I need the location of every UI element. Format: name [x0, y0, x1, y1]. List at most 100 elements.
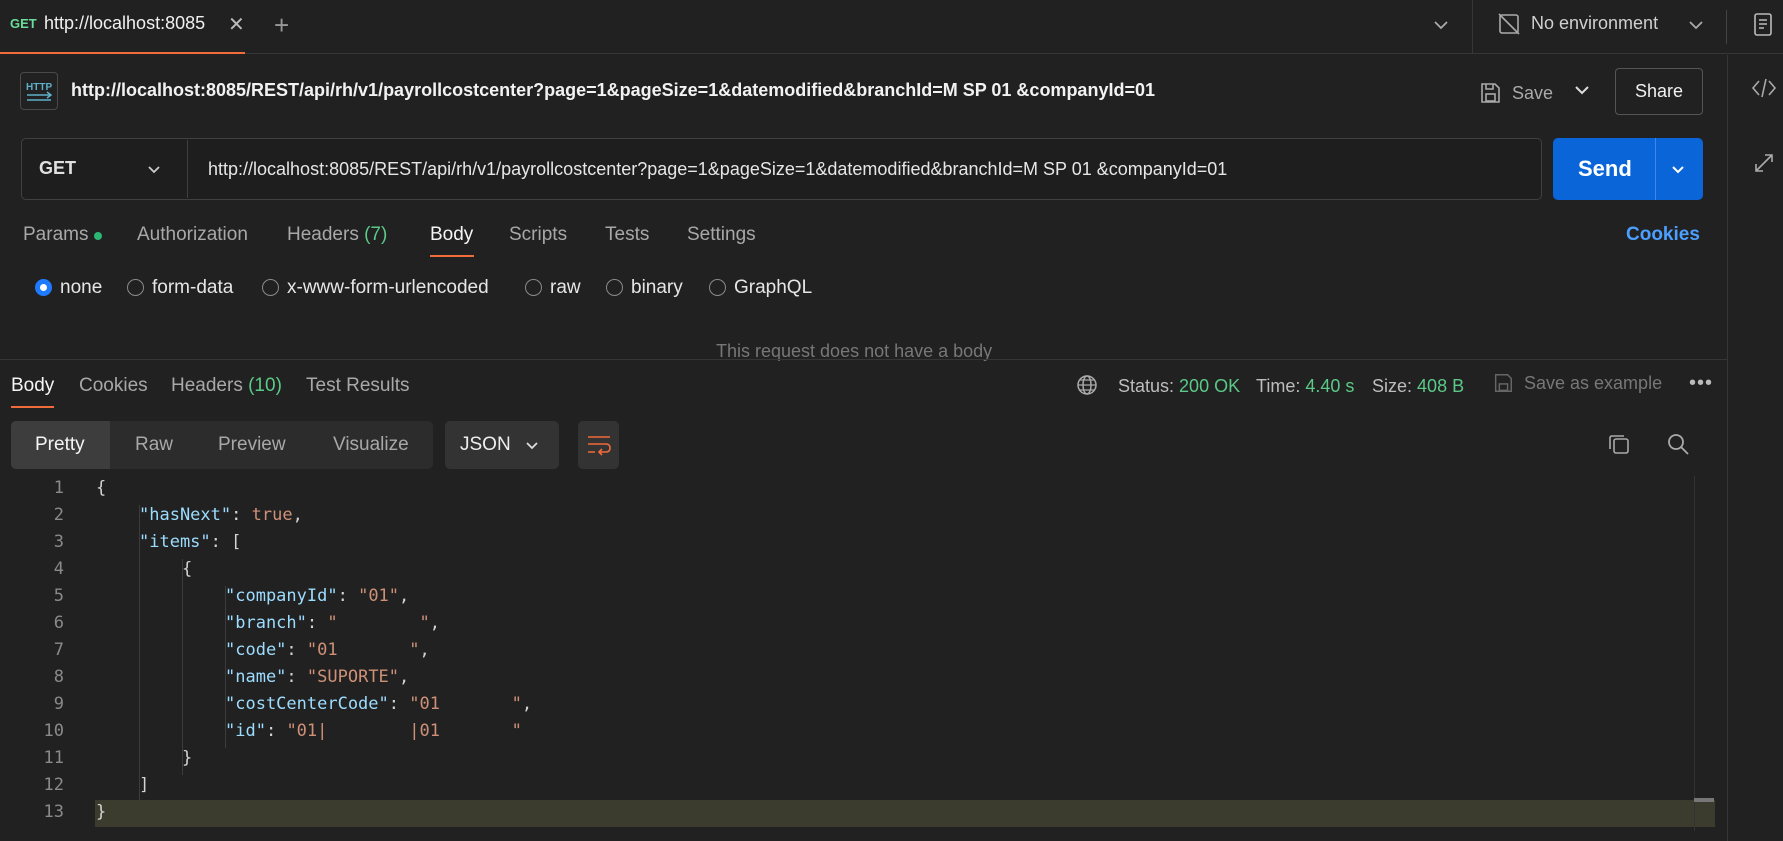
json-key: "items" — [139, 532, 211, 552]
time-value: 4.40 s — [1305, 376, 1355, 396]
response-body-editor[interactable]: 1 2 3 4 5 6 7 8 9 10 11 12 13 { "hasNext… — [0, 476, 1714, 841]
no-environment-icon — [1497, 12, 1521, 36]
globe-icon[interactable] — [1076, 374, 1098, 396]
line-number: 5 — [53, 586, 64, 606]
view-mode-visualize[interactable]: Visualize — [333, 434, 409, 456]
json-value: " " — [327, 613, 430, 633]
view-mode-pretty[interactable]: Pretty — [35, 434, 85, 456]
code-line: "name": "SUPORTE", — [225, 667, 410, 687]
radio-raw-label[interactable]: raw — [550, 277, 581, 299]
scrollbar[interactable] — [1694, 476, 1714, 831]
line-number: 12 — [43, 775, 64, 795]
json-value: "01" — [358, 586, 400, 606]
request-tab[interactable]: GET http://localhost:8085 ✕ — [0, 0, 245, 54]
save-icon — [1492, 372, 1514, 394]
json-value: "01| |01 " — [286, 721, 522, 741]
radio-urlencoded-label[interactable]: x-www-form-urlencoded — [287, 277, 489, 299]
save-as-example-button[interactable]: Save as example — [1492, 372, 1662, 394]
code-line: "companyId": "01", — [225, 586, 410, 606]
method-selector[interactable]: GET — [39, 158, 76, 179]
svg-text:HTTP: HTTP — [26, 82, 52, 93]
request-tab-method: GET — [10, 16, 37, 31]
radio-binary-label[interactable]: binary — [631, 277, 683, 299]
more-icon[interactable]: ••• — [1689, 372, 1713, 395]
pane-divider[interactable] — [0, 359, 1727, 360]
send-label[interactable]: Send — [1578, 156, 1632, 182]
json-key: "costCenterCode" — [225, 694, 389, 714]
radio-raw[interactable] — [525, 279, 542, 296]
status-label: Status: — [1118, 376, 1175, 396]
view-mode-preview[interactable]: Preview — [218, 434, 286, 456]
code-line: "branch": " ", — [225, 613, 440, 633]
line-number: 9 — [53, 694, 64, 714]
request-title[interactable]: http://localhost:8085/REST/api/rh/v1/pay… — [71, 80, 1155, 101]
response-tab-cookies[interactable]: Cookies — [79, 375, 148, 397]
json-value: true — [251, 505, 293, 525]
chevron-down-icon[interactable] — [1685, 14, 1707, 36]
document-icon[interactable] — [1752, 12, 1776, 38]
close-icon[interactable]: ✕ — [228, 12, 245, 37]
environment-selector[interactable]: No environment — [1531, 13, 1658, 34]
tab-body[interactable]: Body — [430, 224, 473, 246]
divider — [1655, 138, 1656, 200]
chevron-down-icon[interactable] — [1668, 160, 1688, 180]
code-icon[interactable] — [1751, 78, 1777, 98]
save-label: Save — [1512, 82, 1554, 103]
radio-binary[interactable] — [606, 279, 623, 296]
share-button[interactable]: Share — [1615, 68, 1703, 115]
code-line: "id": "01| |01 " — [225, 721, 522, 741]
code-line: { — [182, 559, 193, 579]
code-line: } — [182, 748, 193, 768]
code-line: "hasNext": true, — [139, 505, 303, 525]
chevron-down-icon[interactable] — [144, 160, 164, 180]
size-readout[interactable]: Size: 408 B — [1372, 376, 1464, 397]
save-button[interactable]: Save — [1478, 72, 1553, 114]
response-tab-headers[interactable]: Headers (10) — [171, 375, 282, 397]
plus-icon[interactable]: + — [274, 10, 289, 41]
request-tab-url: http://localhost:8085 — [44, 13, 206, 33]
wrap-lines-button[interactable] — [578, 421, 619, 469]
code-line: ] — [139, 775, 150, 795]
radio-graphql-label[interactable]: GraphQL — [734, 277, 812, 299]
line-number: 4 — [53, 559, 64, 579]
radio-none-label[interactable]: none — [60, 277, 102, 299]
search-icon[interactable] — [1666, 432, 1690, 456]
copy-icon[interactable] — [1607, 432, 1631, 456]
status-value: 200 OK — [1179, 376, 1241, 396]
time-readout[interactable]: Time: 4.40 s — [1256, 376, 1354, 397]
json-key: "id" — [225, 721, 266, 741]
response-tab-body[interactable]: Body — [11, 375, 54, 397]
tab-params[interactable]: Params — [23, 224, 88, 246]
size-label: Size: — [1372, 376, 1413, 396]
save-icon — [1478, 81, 1502, 105]
cookies-link[interactable]: Cookies — [1626, 224, 1700, 246]
size-value: 408 B — [1417, 376, 1465, 396]
view-mode-raw[interactable]: Raw — [135, 434, 173, 456]
radio-form-data[interactable] — [127, 279, 144, 296]
language-label[interactable]: JSON — [460, 434, 511, 456]
radio-none[interactable] — [35, 279, 52, 296]
line-number: 10 — [43, 721, 64, 741]
headers-count: (7) — [364, 224, 388, 245]
chevron-down-icon[interactable] — [1430, 14, 1452, 36]
json-key: "code" — [225, 640, 287, 660]
tab-headers[interactable]: Headers (7) — [287, 224, 387, 246]
radio-form-data-label[interactable]: form-data — [152, 277, 233, 299]
tab-scripts[interactable]: Scripts — [509, 224, 567, 246]
sync-icon[interactable] — [1753, 152, 1775, 174]
status-readout[interactable]: Status: 200 OK — [1118, 376, 1240, 397]
response-tab-test-results[interactable]: Test Results — [306, 375, 409, 397]
line-number: 6 — [53, 613, 64, 633]
url-input[interactable]: http://localhost:8085/REST/api/rh/v1/pay… — [208, 159, 1227, 180]
radio-urlencoded[interactable] — [262, 279, 279, 296]
chevron-down-icon[interactable] — [522, 436, 542, 456]
line-number: 13 — [43, 802, 64, 822]
chevron-down-icon[interactable] — [1570, 78, 1594, 102]
tab-tests[interactable]: Tests — [605, 224, 649, 246]
scrollbar-thumb[interactable] — [1694, 798, 1714, 802]
tab-headers-label: Headers — [287, 224, 359, 245]
code-line: "code": "01 ", — [225, 640, 430, 660]
radio-graphql[interactable] — [709, 279, 726, 296]
tab-authorization[interactable]: Authorization — [137, 224, 248, 246]
tab-settings[interactable]: Settings — [687, 224, 756, 246]
